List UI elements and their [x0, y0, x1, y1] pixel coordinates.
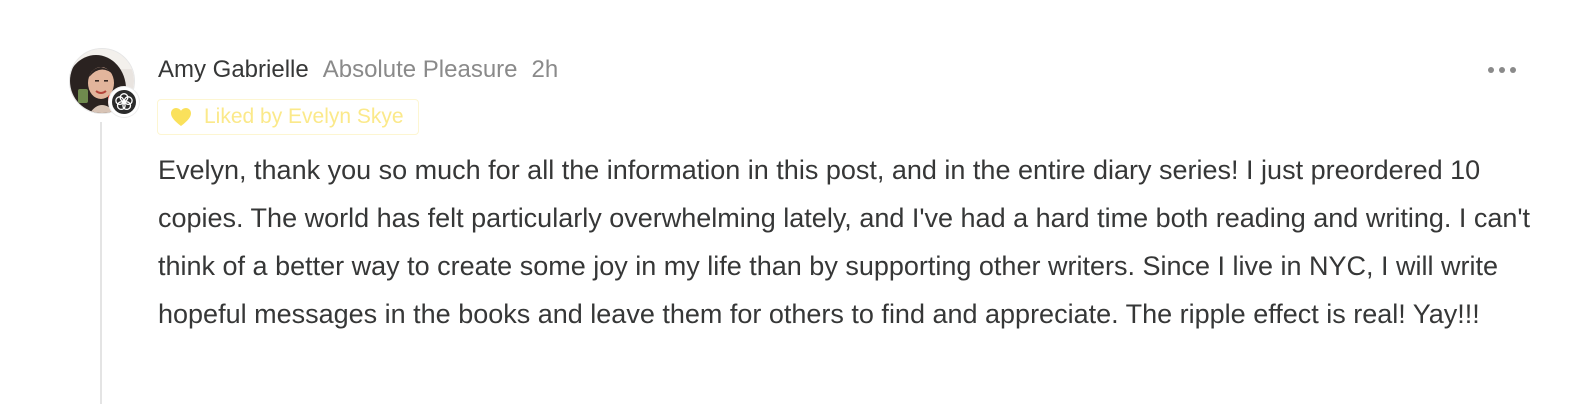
author-name[interactable]: Amy Gabrielle	[158, 56, 309, 84]
publication-name[interactable]: Absolute Pleasure	[323, 56, 518, 84]
timestamp[interactable]: 2h	[532, 56, 559, 84]
comment-body: Evelyn, thank you so much for all the in…	[158, 155, 1531, 329]
more-options-button[interactable]	[1484, 56, 1520, 84]
thread-line[interactable]	[100, 122, 102, 404]
comment: Amy Gabrielle Absolute Pleasure 2h Liked…	[0, 0, 1572, 404]
more-options-icon	[1488, 67, 1516, 73]
comment-header: Amy Gabrielle Absolute Pleasure 2h	[158, 52, 558, 88]
heart-icon	[170, 106, 194, 128]
liked-by-label: Liked by Evelyn Skye	[204, 105, 404, 128]
liked-by-author-badge: Liked by Evelyn Skye	[157, 99, 419, 135]
flower-badge-icon	[109, 87, 139, 117]
avatar-container[interactable]	[69, 48, 139, 117]
